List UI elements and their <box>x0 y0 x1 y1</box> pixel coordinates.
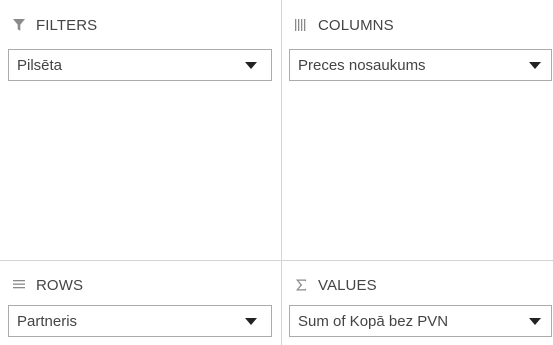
columns-field-label: Preces nosaukums <box>298 56 426 74</box>
columns-field-preces-nosaukums[interactable]: Preces nosaukums <box>289 49 552 81</box>
sigma-icon <box>292 276 310 294</box>
dropdown-arrow-icon[interactable] <box>245 317 257 325</box>
filters-field-label: Pilsēta <box>17 56 63 74</box>
columns-header-label: COLUMNS <box>318 16 394 34</box>
filters-field-pilseta[interactable]: Pilsēta <box>8 49 272 81</box>
filters-header-label: FILTERS <box>36 16 98 34</box>
values-header: VALUES <box>292 274 377 296</box>
rows-header: ROWS <box>10 274 83 296</box>
rows-area[interactable]: ROWS Partneris <box>0 261 281 345</box>
columns-icon <box>292 16 310 34</box>
pivot-field-areas: FILTERS Pilsēta COLUMNS Preces nosaukums <box>0 0 553 345</box>
values-field-sum-of-kopa-bez-pvn[interactable]: Sum of Kopā bez PVN <box>289 305 552 337</box>
rows-icon <box>10 276 28 294</box>
values-header-label: VALUES <box>318 276 377 294</box>
values-area[interactable]: VALUES Sum of Kopā bez PVN <box>282 261 553 345</box>
dropdown-arrow-icon[interactable] <box>529 61 541 69</box>
filters-area[interactable]: FILTERS Pilsēta <box>0 0 281 260</box>
columns-header: COLUMNS <box>292 14 394 36</box>
columns-area[interactable]: COLUMNS Preces nosaukums <box>282 0 553 260</box>
rows-field-partneris[interactable]: Partneris <box>8 305 272 337</box>
filters-header: FILTERS <box>10 14 97 36</box>
filter-icon <box>10 16 28 34</box>
dropdown-arrow-icon[interactable] <box>529 317 541 325</box>
dropdown-arrow-icon[interactable] <box>245 61 257 69</box>
rows-field-label: Partneris <box>17 312 78 330</box>
rows-header-label: ROWS <box>36 276 84 294</box>
values-field-label: Sum of Kopā bez PVN <box>298 312 449 330</box>
